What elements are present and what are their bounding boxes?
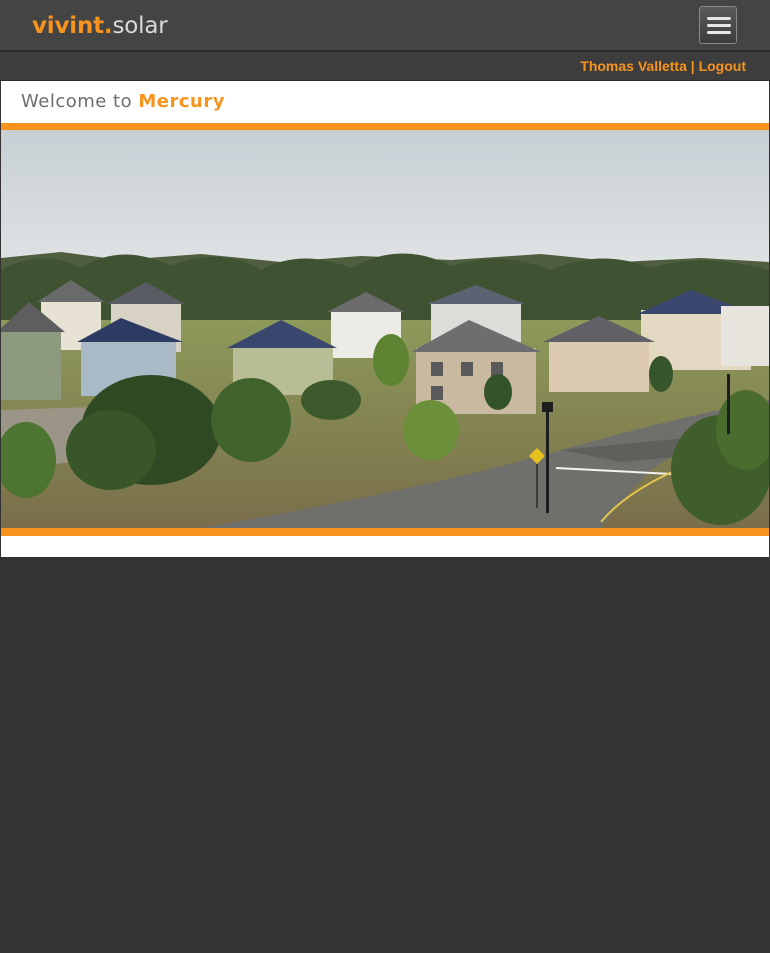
hamburger-menu-icon[interactable] xyxy=(699,6,737,44)
logo-brand-text: vivint xyxy=(32,13,104,39)
menu-line xyxy=(707,24,731,27)
welcome-heading: Welcome to Mercury xyxy=(21,91,225,112)
menu-line xyxy=(707,17,731,20)
accent-divider-top xyxy=(1,123,769,130)
user-links-separator: | xyxy=(690,58,695,74)
welcome-banner: Welcome to Mercury xyxy=(1,81,769,123)
accent-divider-bottom xyxy=(1,528,769,536)
user-bar: Thomas Valletta | Logout xyxy=(0,51,770,81)
menu-line xyxy=(707,31,731,34)
welcome-prefix: Welcome to xyxy=(21,91,133,112)
user-name-link[interactable]: Thomas Valletta xyxy=(580,58,687,74)
app-name: Mercury xyxy=(138,91,225,112)
vivint-solar-logo[interactable]: vivint.solar xyxy=(32,12,168,40)
hero-illustration xyxy=(1,130,769,528)
user-links: Thomas Valletta | Logout xyxy=(580,58,746,74)
hero-image-neighborhood-solar-homes xyxy=(1,130,769,528)
app-frame: vivint.solar Thomas Valletta | Logout We… xyxy=(0,0,770,953)
logout-link[interactable]: Logout xyxy=(699,58,746,74)
top-navigation-bar: vivint.solar xyxy=(0,0,770,51)
content-strip xyxy=(1,536,769,557)
logo-product-text: solar xyxy=(112,13,168,39)
